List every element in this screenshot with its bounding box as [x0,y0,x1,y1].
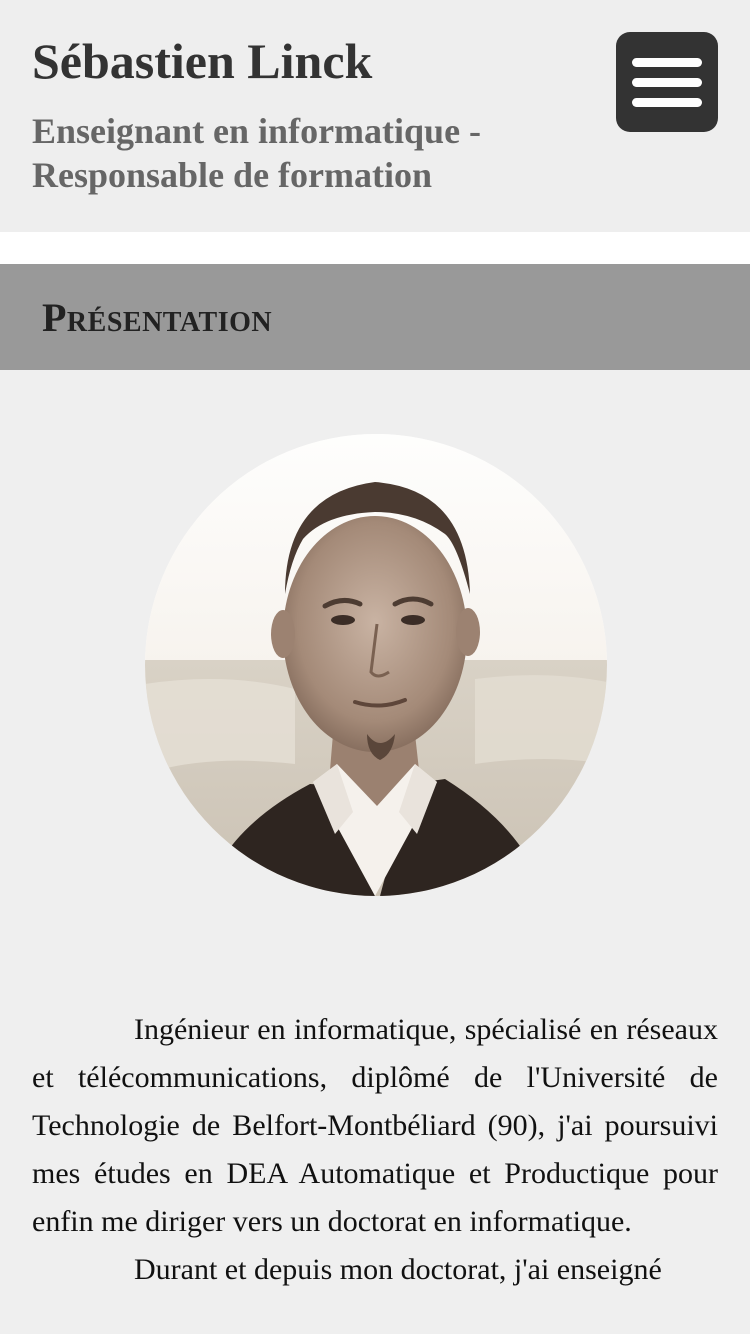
section-title: Présentation [42,295,273,340]
presentation-content: Ingénieur en informatique, spécialisé en… [32,1006,718,1294]
presentation-paragraph: Ingénieur en informatique, spécialisé en… [32,1013,718,1238]
site-header: Sébastien Linck Enseignant en informatiq… [0,0,750,232]
header-divider [0,232,750,264]
site-subtitle: Enseignant en informatique - Responsable… [32,111,482,195]
presentation-paragraph: Durant et depuis mon doctorat, j'ai ense… [134,1253,662,1286]
menu-button[interactable] [616,32,718,132]
profile-photo [145,434,607,896]
site-title[interactable]: Sébastien Linck [32,30,372,92]
profile-photo-portrait [145,434,607,896]
